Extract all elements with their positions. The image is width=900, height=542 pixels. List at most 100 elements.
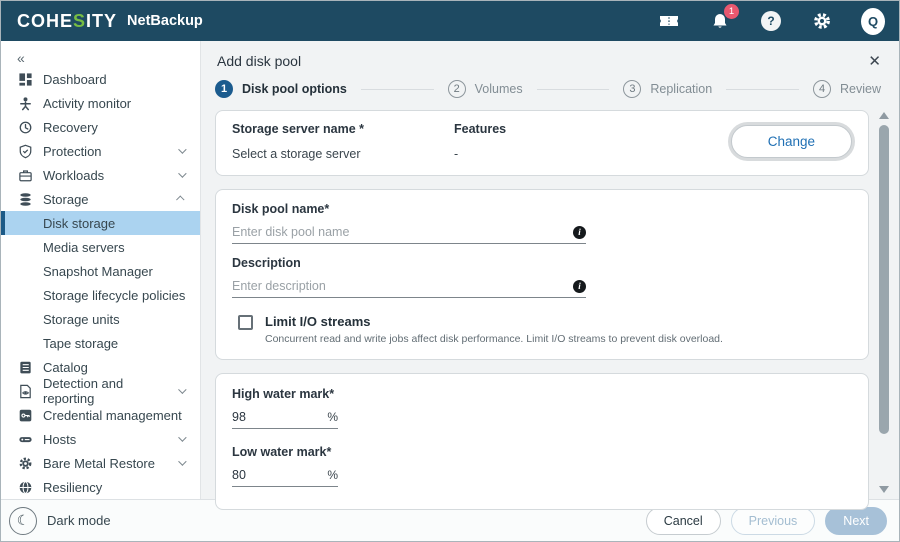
gear-icon[interactable] bbox=[810, 9, 834, 33]
storage-disks-icon bbox=[17, 191, 33, 207]
notification-badge: 1 bbox=[724, 4, 739, 19]
product-name: NetBackup bbox=[127, 13, 203, 29]
dark-mode-label: Dark mode bbox=[47, 513, 111, 528]
catalog-book-icon bbox=[17, 359, 33, 375]
brand-prefix: COHE bbox=[17, 11, 73, 31]
step-connector bbox=[726, 89, 799, 90]
sidebar-item-snapshot-manager[interactable]: Snapshot Manager bbox=[1, 259, 200, 283]
brand-suffix: ITY bbox=[86, 11, 117, 31]
resiliency-globe-icon bbox=[17, 479, 33, 495]
brand-green-letter: S bbox=[73, 11, 86, 31]
notifications-bell-icon[interactable]: 1 bbox=[708, 9, 732, 33]
recovery-clock-icon bbox=[17, 119, 33, 135]
sidebar-item-disk-storage[interactable]: Disk storage bbox=[1, 211, 200, 235]
step-review[interactable]: 4 Review bbox=[813, 80, 881, 98]
next-button[interactable]: Next bbox=[825, 507, 887, 535]
shield-icon bbox=[17, 143, 33, 159]
step-number: 1 bbox=[215, 80, 233, 98]
sidebar-subitem-label: Storage units bbox=[43, 312, 120, 327]
main-panel: Add disk pool ✕ 1 Disk pool options 2 Vo… bbox=[201, 41, 899, 499]
sidebar-item-resiliency[interactable]: Resiliency bbox=[1, 475, 200, 499]
sidebar-item-protection[interactable]: Protection bbox=[1, 139, 200, 163]
scrollbar-track[interactable] bbox=[879, 123, 889, 482]
sidebar-item-label: Resiliency bbox=[43, 480, 102, 495]
sidebar-subitem-label: Disk storage bbox=[43, 216, 115, 231]
sidebar-item-bare-metal-restore[interactable]: Bare Metal Restore bbox=[1, 451, 200, 475]
disk-pool-name-input[interactable] bbox=[232, 225, 573, 239]
scrollbar-thumb[interactable] bbox=[879, 125, 889, 434]
sidebar-item-detection-and-reporting[interactable]: Detection and reporting bbox=[1, 379, 200, 403]
sidebar-item-dashboard[interactable]: Dashboard bbox=[1, 67, 200, 91]
sidebar-item-label: Recovery bbox=[43, 120, 98, 135]
sidebar-item-tape-storage[interactable]: Tape storage bbox=[1, 331, 200, 355]
app-window: COHESITY NetBackup 1 ? Q « bbox=[0, 0, 900, 542]
page-title: Add disk pool bbox=[217, 53, 301, 69]
user-avatar[interactable]: Q bbox=[861, 9, 885, 33]
scroll-down-arrow-icon[interactable] bbox=[879, 486, 889, 493]
low-water-mark-label: Low water mark* bbox=[232, 445, 852, 459]
hosts-server-icon bbox=[17, 431, 33, 447]
wizard-stepper: 1 Disk pool options 2 Volumes 3 Replicat… bbox=[201, 71, 899, 108]
previous-button[interactable]: Previous bbox=[731, 507, 816, 535]
step-number: 4 bbox=[813, 80, 831, 98]
storage-server-card: Storage server name * Select a storage s… bbox=[215, 110, 869, 176]
ticket-icon[interactable] bbox=[657, 9, 681, 33]
step-label: Disk pool options bbox=[242, 82, 347, 96]
sidebar-item-label: Storage bbox=[43, 192, 89, 207]
app-header: COHESITY NetBackup 1 ? Q bbox=[1, 1, 899, 41]
step-connector bbox=[537, 89, 610, 90]
high-water-mark-label: High water mark* bbox=[232, 387, 852, 401]
vertical-scrollbar[interactable] bbox=[878, 112, 890, 493]
limit-io-streams-label: Limit I/O streams bbox=[265, 314, 723, 329]
sidebar-collapse-button[interactable]: « bbox=[1, 41, 200, 67]
chevron-down-icon bbox=[178, 457, 186, 465]
limit-io-streams-checkbox[interactable] bbox=[238, 315, 253, 330]
percent-unit: % bbox=[327, 468, 338, 482]
sidebar-item-recovery[interactable]: Recovery bbox=[1, 115, 200, 139]
sidebar-item-label: Protection bbox=[43, 144, 102, 159]
low-water-mark-input[interactable] bbox=[232, 468, 302, 482]
step-number: 2 bbox=[448, 80, 466, 98]
info-icon[interactable]: i bbox=[573, 226, 586, 239]
disk-pool-name-label: Disk pool name* bbox=[232, 202, 852, 216]
chevron-up-icon bbox=[176, 195, 184, 203]
description-label: Description bbox=[232, 256, 852, 270]
percent-unit: % bbox=[327, 410, 338, 424]
step-connector bbox=[361, 89, 434, 90]
sidebar-item-activity-monitor[interactable]: Activity monitor bbox=[1, 91, 200, 115]
sidebar-item-storage[interactable]: Storage bbox=[1, 187, 200, 211]
sidebar-item-storage-units[interactable]: Storage units bbox=[1, 307, 200, 331]
sidebar-item-label: Workloads bbox=[43, 168, 104, 183]
disk-pool-details-card: Disk pool name* i Description i bbox=[215, 189, 869, 360]
sidebar-item-label: Hosts bbox=[43, 432, 76, 447]
sidebar-subitem-label: Snapshot Manager bbox=[43, 264, 153, 279]
bare-metal-gear-icon bbox=[17, 455, 33, 471]
chevron-down-icon bbox=[178, 433, 186, 441]
sidebar-subitem-label: Tape storage bbox=[43, 336, 118, 351]
features-label: Features bbox=[454, 122, 506, 136]
moon-icon: ☾ bbox=[9, 507, 37, 535]
sidebar-item-media-servers[interactable]: Media servers bbox=[1, 235, 200, 259]
dark-mode-toggle[interactable]: ☾ Dark mode bbox=[9, 507, 111, 535]
storage-server-name-value: Select a storage server bbox=[232, 147, 454, 161]
sidebar-item-hosts[interactable]: Hosts bbox=[1, 427, 200, 451]
scroll-up-arrow-icon[interactable] bbox=[879, 112, 889, 119]
step-disk-pool-options[interactable]: 1 Disk pool options bbox=[215, 80, 347, 98]
step-label: Volumes bbox=[475, 82, 523, 96]
sidebar-item-storage-lifecycle-policies[interactable]: Storage lifecycle policies bbox=[1, 283, 200, 307]
help-icon[interactable]: ? bbox=[759, 9, 783, 33]
change-button[interactable]: Change bbox=[731, 125, 852, 158]
sidebar-subitem-label: Media servers bbox=[43, 240, 125, 255]
description-input[interactable] bbox=[232, 279, 573, 293]
info-icon[interactable]: i bbox=[573, 280, 586, 293]
cancel-button[interactable]: Cancel bbox=[646, 507, 721, 535]
high-water-mark-input[interactable] bbox=[232, 410, 302, 424]
sidebar-item-workloads[interactable]: Workloads bbox=[1, 163, 200, 187]
step-number: 3 bbox=[623, 80, 641, 98]
step-volumes[interactable]: 2 Volumes bbox=[448, 80, 523, 98]
step-replication[interactable]: 3 Replication bbox=[623, 80, 712, 98]
close-icon[interactable]: ✕ bbox=[868, 54, 881, 69]
sidebar-item-label: Dashboard bbox=[43, 72, 107, 87]
sidebar-item-label: Activity monitor bbox=[43, 96, 131, 111]
sidebar-item-credential-management[interactable]: Credential management bbox=[1, 403, 200, 427]
